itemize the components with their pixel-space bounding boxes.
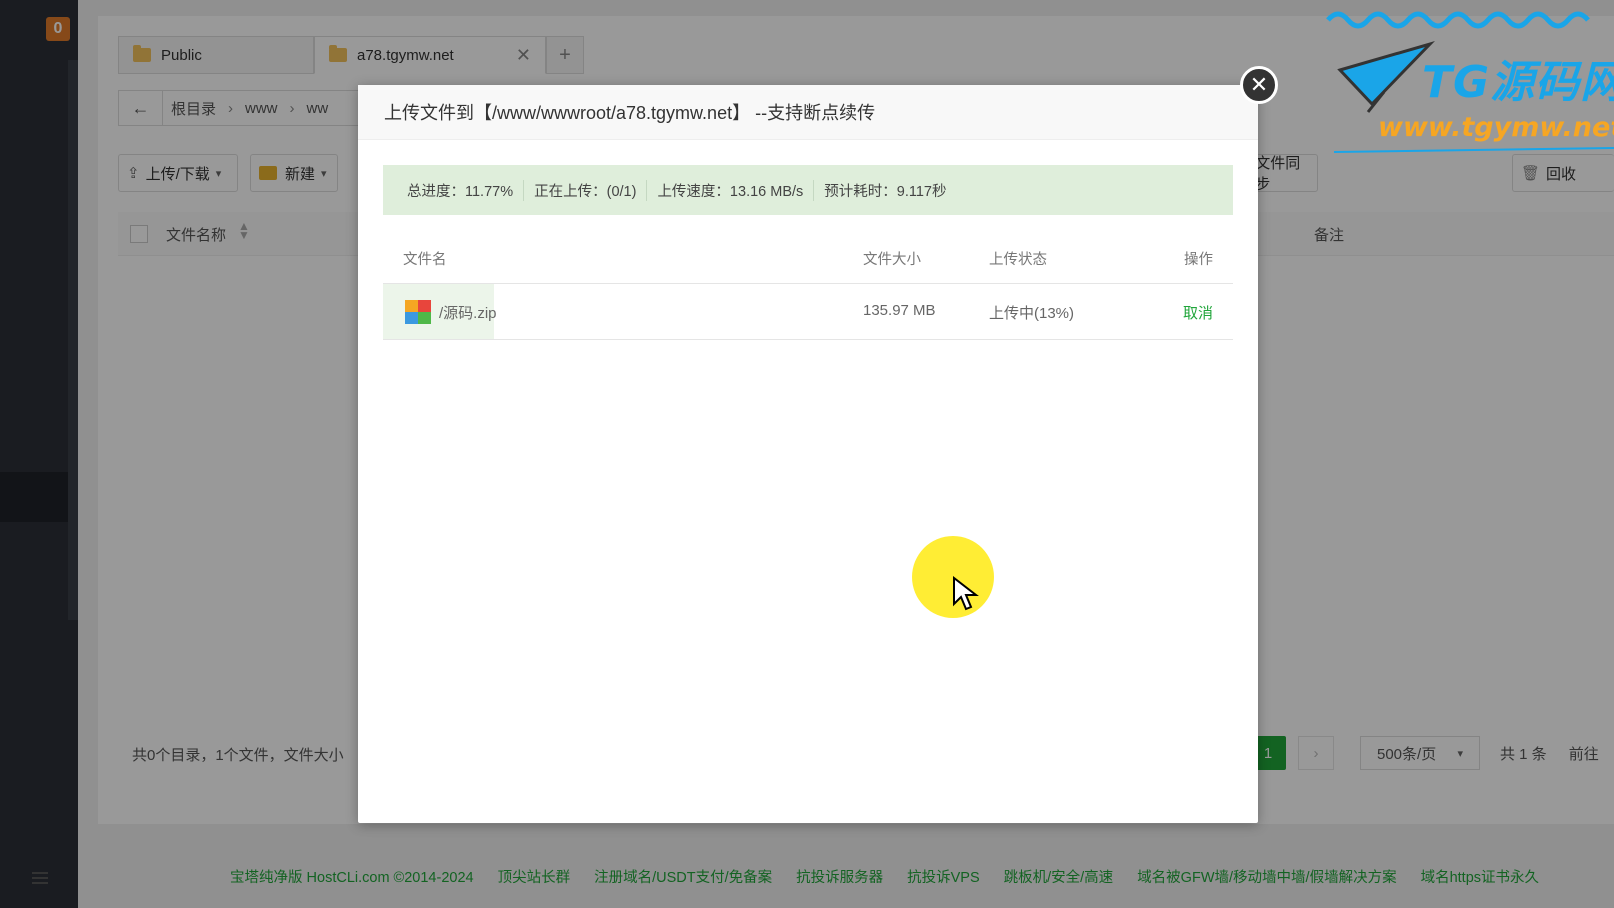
upload-progress-summary: 总进度：11.77% 正在上传：(0/1) 上传速度：13.16 MB/s 预计… — [383, 165, 1233, 215]
upload-filename: /源码.zip — [439, 305, 497, 322]
dialog-title: 上传文件到【/www/wwwroot/a78.tgymw.net】 --支持断点… — [358, 85, 1258, 140]
watermark-brand: TG源码网 — [1422, 57, 1614, 108]
header-filesize: 文件大小 — [863, 252, 921, 268]
table-row: /源码.zip 135.97 MB 上传中(13%) 取消 — [383, 284, 1233, 340]
header-filename: 文件名 — [403, 252, 447, 268]
close-modal-button[interactable]: ✕ — [1240, 66, 1278, 104]
header-operation: 操作 — [1184, 252, 1213, 268]
watermark-logo: TG源码网 www.tgymw.net — [1300, 0, 1614, 160]
upload-speed: 上传速度：13.16 MB/s — [647, 179, 815, 201]
upload-dialog: 上传文件到【/www/wwwroot/a78.tgymw.net】 --支持断点… — [358, 85, 1258, 823]
cancel-upload-button[interactable]: 取消 — [1183, 302, 1213, 323]
mouse-cursor-icon — [953, 576, 979, 611]
watermark-url: www.tgymw.net — [1378, 112, 1614, 143]
zip-file-icon — [405, 300, 431, 324]
upload-table: 文件名 文件大小 上传状态 操作 /源码.zip 135.97 MB 上传中(1… — [383, 230, 1233, 340]
upload-status: 上传中(13%) — [989, 305, 1075, 322]
header-status: 上传状态 — [989, 252, 1047, 268]
uploading-count: 正在上传：(0/1) — [524, 179, 648, 201]
total-progress: 总进度：11.77% — [407, 179, 525, 201]
upload-filesize: 135.97 MB — [863, 302, 936, 319]
estimated-time: 预计耗时：9.117秒 — [824, 183, 947, 200]
upload-table-header: 文件名 文件大小 上传状态 操作 — [383, 230, 1233, 284]
